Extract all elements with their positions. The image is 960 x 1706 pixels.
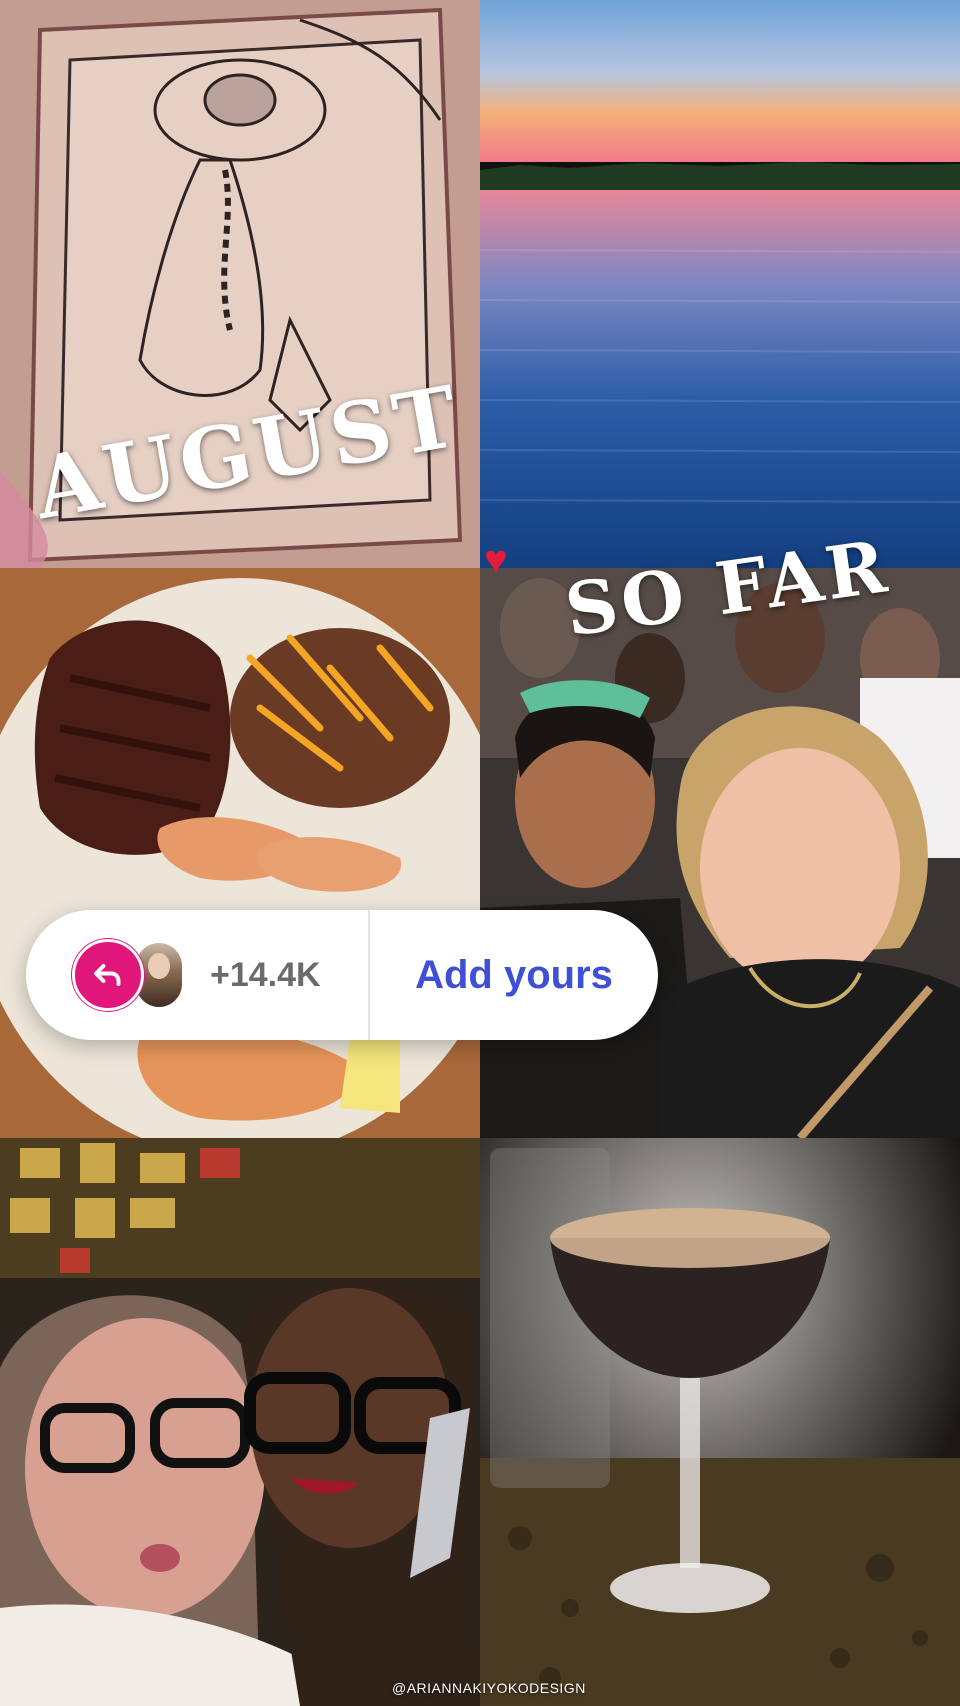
concert-selfie-photo — [480, 568, 960, 1138]
participant-count: +14.4K — [210, 955, 321, 994]
story-canvas: AUGUST ♥ SO FAR +14.4K Add yours @ARIANN… — [0, 0, 960, 1706]
creator-credit: @ARIANNAKIYOKODESIGN — [392, 1680, 586, 1696]
participants-group[interactable]: +14.4K — [26, 910, 368, 1040]
heart-icon: ♥ — [484, 538, 508, 582]
add-yours-sticker[interactable]: +14.4K Add yours — [26, 910, 658, 1040]
friends-selfie-photo — [0, 1138, 480, 1706]
add-yours-button[interactable]: Add yours — [370, 953, 658, 998]
reply-arrow-icon — [72, 939, 144, 1011]
espresso-martini-photo — [480, 1138, 960, 1706]
sunset-lake-photo — [480, 0, 960, 568]
steak-dinner-photo — [0, 568, 480, 1138]
